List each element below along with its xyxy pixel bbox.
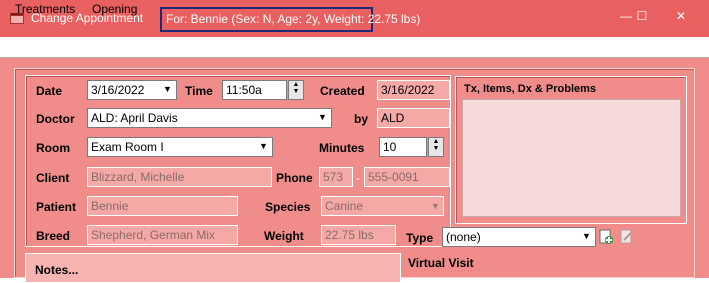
weight-field: 22.75 lbs — [321, 225, 396, 245]
room-dropdown-icon[interactable]: ▼ — [255, 138, 272, 156]
species-label: Species — [265, 200, 311, 214]
room-label: Room — [36, 141, 70, 155]
doctor-select[interactable]: ALD: April Davis — [87, 108, 332, 128]
phone-separator: - — [356, 171, 360, 185]
species-select: Canine — [321, 196, 444, 216]
patient-field: Bennie — [87, 196, 238, 216]
by-label: by — [354, 112, 369, 126]
date-dropdown-icon[interactable]: ▼ — [159, 81, 176, 99]
species-dropdown-icon: ▼ — [431, 201, 440, 211]
menu-opening[interactable]: Opening — [92, 2, 137, 16]
created-label: Created — [320, 84, 365, 98]
minutes-field[interactable]: 10 — [379, 137, 427, 157]
breed-field: Shepherd, German Mix — [87, 225, 238, 245]
doctor-label: Doctor — [36, 112, 75, 126]
appointment-details-group — [25, 75, 451, 247]
menu-treatments[interactable]: Treatments — [15, 2, 75, 16]
tx-items-dx-list[interactable] — [462, 99, 681, 217]
virtual-visit-label: Virtual Visit — [408, 256, 474, 270]
phone-area-field: 573 — [319, 167, 353, 187]
type-dropdown-icon[interactable]: ▼ — [578, 228, 595, 246]
phone-label: Phone — [276, 171, 313, 185]
time-field[interactable]: 11:50a — [222, 80, 287, 100]
minutes-spinner[interactable]: ▲ ▼ — [428, 137, 444, 157]
add-document-icon[interactable] — [599, 229, 613, 245]
client-label: Client — [36, 171, 70, 185]
type-select[interactable]: (none) — [442, 227, 596, 247]
weight-label: Weight — [264, 229, 304, 243]
menu-bar — [0, 37, 709, 57]
notes-label: Notes... — [35, 263, 79, 277]
time-spinner[interactable]: ▲ ▼ — [288, 80, 304, 100]
edit-document-icon — [620, 229, 634, 245]
tx-items-dx-label: Tx, Items, Dx & Problems — [464, 83, 597, 95]
phone-number-field: 555-0091 — [364, 167, 450, 187]
breed-label: Breed — [36, 229, 71, 243]
patient-banner: For: Bennie (Sex: N, Age: 2y, Weight: 22… — [160, 7, 420, 32]
type-label: Type — [406, 231, 434, 245]
doctor-dropdown-icon[interactable]: ▼ — [314, 109, 331, 127]
client-field: Blizzard, Michelle — [87, 167, 272, 187]
date-label: Date — [36, 84, 63, 98]
maximize-button[interactable]: ☐ — [633, 9, 651, 27]
notes-button[interactable] — [25, 253, 401, 283]
time-label: Time — [185, 84, 213, 98]
created-field: 3/16/2022 — [377, 80, 450, 100]
room-select[interactable]: Exam Room I — [87, 137, 273, 157]
minutes-label: Minutes — [319, 141, 365, 155]
patient-label: Patient — [36, 200, 77, 214]
spin-down-icon[interactable]: ▼ — [293, 88, 300, 95]
by-field: ALD — [377, 108, 450, 128]
spin-up-icon[interactable]: ▲ — [293, 81, 300, 88]
spin-up-icon[interactable]: ▲ — [433, 138, 440, 145]
close-button[interactable]: ✕ — [672, 9, 690, 27]
spin-down-icon[interactable]: ▼ — [433, 145, 440, 152]
